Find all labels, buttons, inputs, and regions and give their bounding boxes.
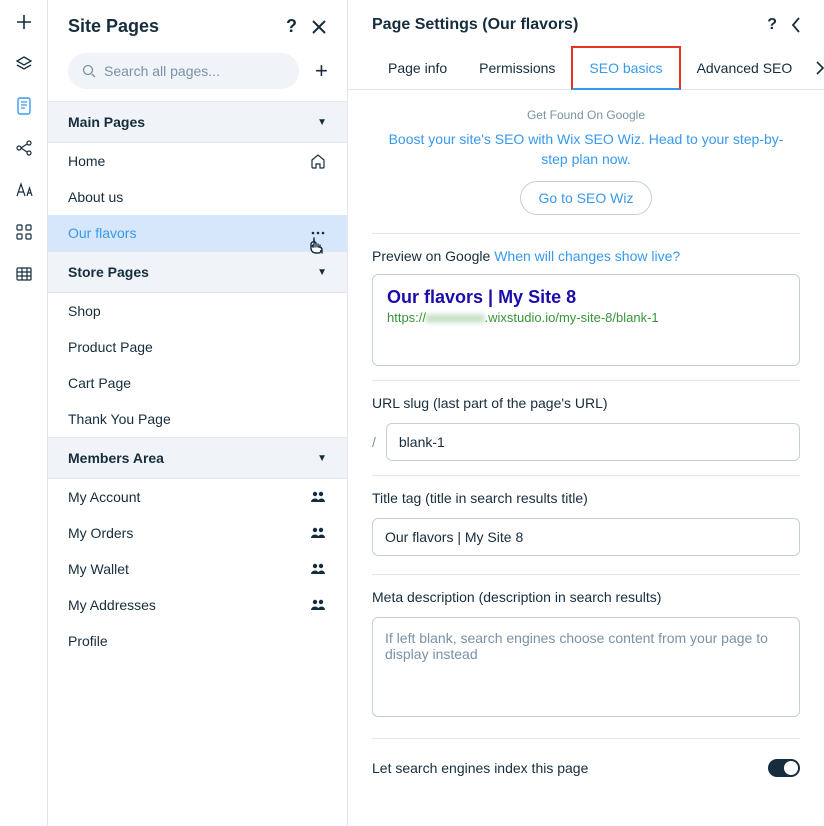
section-main-pages[interactable]: Main Pages ▼	[48, 101, 347, 143]
url-slug-label: URL slug (last part of the page's URL)	[372, 395, 800, 411]
title-tag-label: Title tag (title in search results title…	[372, 490, 800, 506]
tab-seo-basics[interactable]: SEO basics	[571, 46, 680, 90]
divider	[372, 380, 800, 381]
pages-icon[interactable]	[14, 96, 34, 116]
page-item-product[interactable]: Product Page	[48, 329, 347, 365]
apps-icon[interactable]	[14, 222, 34, 242]
members-icon	[309, 599, 327, 611]
cursor-icon	[309, 237, 325, 255]
search-row: +	[48, 53, 347, 101]
promo-text: Boost your site's SEO with Wix SEO Wiz. …	[386, 130, 786, 169]
meta-desc-label: Meta description (description in search …	[372, 589, 800, 605]
preview-title: Our flavors | My Site 8	[387, 287, 785, 308]
close-icon[interactable]	[311, 19, 327, 35]
meta-desc-input[interactable]	[372, 617, 800, 717]
connections-icon[interactable]	[14, 138, 34, 158]
page-item-my-orders[interactable]: My Orders	[48, 515, 347, 551]
help-icon[interactable]: ?	[767, 16, 777, 34]
pages-panel: Site Pages ? + Main Pages ▼ Home About u…	[48, 0, 348, 826]
page-item-profile[interactable]: Profile	[48, 623, 347, 659]
google-preview: Our flavors | My Site 8 https://xxxxxxxx…	[372, 274, 800, 366]
tabs: Page info Permissions SEO basics Advance…	[348, 46, 824, 90]
icon-rail	[0, 0, 48, 826]
page-item-about[interactable]: About us	[48, 179, 347, 215]
promo-subtitle: Get Found On Google	[372, 108, 800, 122]
index-toggle-label: Let search engines index this page	[372, 760, 588, 776]
settings-panel: Page Settings (Our flavors) ? Page info …	[348, 0, 824, 826]
settings-header: Page Settings (Our flavors) ?	[348, 0, 824, 46]
divider	[372, 233, 800, 234]
preview-changes-link[interactable]: When will changes show live?	[494, 248, 680, 264]
section-store-pages[interactable]: Store Pages ▼	[48, 251, 347, 293]
page-item-thankyou[interactable]: Thank You Page	[48, 401, 347, 437]
members-icon	[309, 527, 327, 539]
index-toggle-row: Let search engines index this page	[372, 753, 800, 783]
table-icon[interactable]	[14, 264, 34, 284]
chevron-down-icon: ▼	[317, 267, 327, 278]
divider	[372, 475, 800, 476]
chevron-down-icon: ▼	[317, 117, 327, 128]
search-box[interactable]	[68, 53, 299, 89]
divider	[372, 574, 800, 575]
pages-header: Site Pages ?	[48, 0, 347, 53]
tab-permissions[interactable]: Permissions	[463, 48, 571, 88]
add-page-button[interactable]: +	[311, 58, 332, 84]
tab-advanced-seo[interactable]: Advanced SEO	[681, 48, 809, 88]
page-item-my-wallet[interactable]: My Wallet	[48, 551, 347, 587]
preview-label: Preview on Google When will changes show…	[372, 248, 800, 264]
search-icon	[82, 64, 96, 78]
pages-title: Site Pages	[68, 16, 159, 37]
help-icon[interactable]: ?	[286, 16, 297, 37]
settings-body: Get Found On Google Boost your site's SE…	[348, 90, 824, 826]
home-icon	[309, 153, 327, 169]
index-toggle[interactable]	[768, 759, 800, 777]
add-icon[interactable]	[14, 12, 34, 32]
search-input[interactable]	[104, 63, 285, 79]
typography-icon[interactable]	[14, 180, 34, 200]
back-icon[interactable]	[791, 17, 800, 33]
page-item-home[interactable]: Home	[48, 143, 347, 179]
tabs-scroll-right[interactable]	[808, 53, 824, 83]
page-item-our-flavors[interactable]: Our flavors	[48, 215, 347, 251]
preview-url: https://xxxxxxxxx.wixstudio.io/my-site-8…	[387, 310, 785, 325]
members-icon	[309, 491, 327, 503]
divider	[372, 738, 800, 739]
page-item-shop[interactable]: Shop	[48, 293, 347, 329]
layers-icon[interactable]	[14, 54, 34, 74]
more-icon[interactable]	[309, 231, 327, 235]
members-icon	[309, 563, 327, 575]
settings-title: Page Settings (Our flavors)	[372, 16, 578, 34]
tab-page-info[interactable]: Page info	[372, 48, 463, 88]
title-tag-input[interactable]	[372, 518, 800, 556]
section-members-area[interactable]: Members Area ▼	[48, 437, 347, 479]
chevron-down-icon: ▼	[317, 453, 327, 464]
seo-wiz-button[interactable]: Go to SEO Wiz	[520, 181, 653, 215]
page-item-cart[interactable]: Cart Page	[48, 365, 347, 401]
page-item-my-addresses[interactable]: My Addresses	[48, 587, 347, 623]
url-slug-input[interactable]	[386, 423, 800, 461]
page-item-my-account[interactable]: My Account	[48, 479, 347, 515]
slug-prefix: /	[372, 434, 376, 450]
